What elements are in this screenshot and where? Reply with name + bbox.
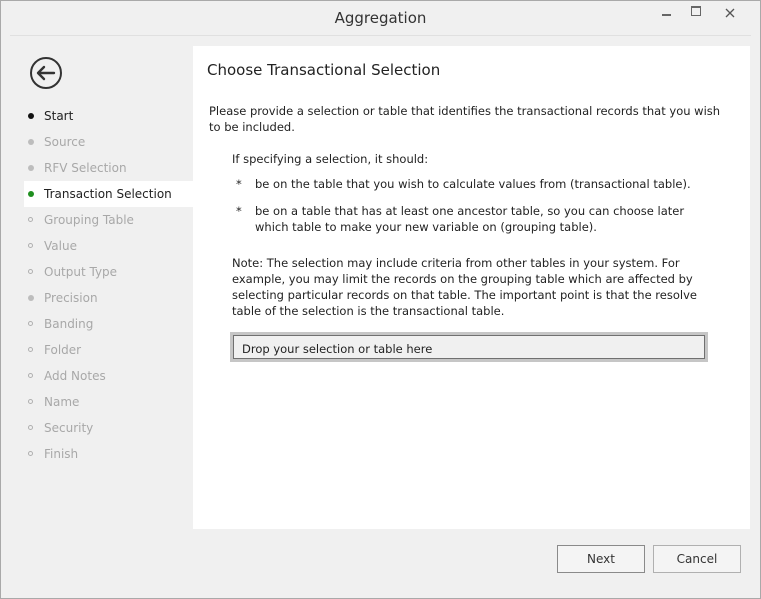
bullet-text: be on a table that has at least one ance… <box>255 204 685 234</box>
specification-title: If specifying a selection, it should: <box>232 152 429 166</box>
wizard-steps-sidebar: Start Source RFV Selection Transaction Sele… <box>24 46 193 529</box>
step-label: Banding <box>44 317 94 331</box>
bullet-text: be on the table that you wish to calcula… <box>255 177 691 191</box>
step-label: Source <box>44 135 86 149</box>
step-label: Name <box>44 395 80 409</box>
sidebar-step-finish[interactable]: Finish <box>24 441 193 467</box>
sidebar-step-transaction-selection[interactable]: Transaction Selection <box>24 181 193 207</box>
sidebar-step-banding[interactable]: Banding <box>24 311 193 337</box>
close-icon <box>725 8 734 18</box>
wizard-body: Start Source RFV Selection Transaction Sele… <box>10 35 751 591</box>
page-title: Choose Transactional Selection <box>207 61 441 79</box>
step-status-icon <box>28 321 33 326</box>
step-label: Grouping Table <box>44 213 134 227</box>
step-status-icon <box>28 373 33 378</box>
close-button[interactable] <box>707 1 752 25</box>
bullet-mark: * <box>236 177 242 191</box>
step-label: Add Notes <box>44 369 106 383</box>
step-status-icon <box>28 295 34 301</box>
note-text: Note: The selection may include criteria… <box>232 256 697 318</box>
minimize-icon <box>661 14 671 16</box>
step-list: Start Source RFV Selection Transaction Sele… <box>24 103 193 467</box>
maximize-icon <box>691 6 701 16</box>
step-status-icon <box>28 217 33 222</box>
step-label: Value <box>44 239 77 253</box>
sidebar-step-rfv-selection[interactable]: RFV Selection <box>24 155 193 181</box>
back-arrow-icon <box>30 57 62 89</box>
drop-zone-label: Drop your selection or table here <box>242 342 433 356</box>
step-label: Folder <box>44 343 82 357</box>
sidebar-step-name[interactable]: Name <box>24 389 193 415</box>
bullet-item: * be on the table that you wish to calcu… <box>232 176 702 192</box>
step-label: RFV Selection <box>44 161 127 175</box>
step-label: Start <box>44 109 74 123</box>
step-status-icon <box>28 425 33 430</box>
sidebar-step-start[interactable]: Start <box>24 103 193 129</box>
selection-drop-zone[interactable]: Drop your selection or table here <box>230 332 708 362</box>
back-button[interactable] <box>29 56 63 90</box>
intro-text: Please provide a selection or table that… <box>209 104 721 134</box>
step-label: Security <box>44 421 94 435</box>
step-status-icon <box>28 165 34 171</box>
step-label: Output Type <box>44 265 118 279</box>
sidebar-step-precision[interactable]: Precision <box>24 285 193 311</box>
step-status-icon <box>28 347 33 352</box>
maximize-button[interactable] <box>683 1 709 25</box>
step-status-icon <box>28 191 34 197</box>
step-status-icon <box>28 243 33 248</box>
step-status-icon <box>28 139 34 145</box>
next-button[interactable]: Next <box>557 545 645 573</box>
sidebar-step-folder[interactable]: Folder <box>24 337 193 363</box>
step-label: Transaction Selection <box>44 187 172 201</box>
bullet-mark: * <box>236 204 242 218</box>
step-status-icon <box>28 113 34 119</box>
step-status-icon <box>28 269 33 274</box>
sidebar-step-value[interactable]: Value <box>24 233 193 259</box>
aggregation-window: Aggregation Start Source RFV Selection Tran… <box>0 0 761 599</box>
sidebar-step-grouping-table[interactable]: Grouping Table <box>24 207 193 233</box>
step-status-icon <box>28 399 33 404</box>
sidebar-step-source[interactable]: Source <box>24 129 193 155</box>
window-title: Aggregation <box>334 9 427 27</box>
sidebar-step-add-notes[interactable]: Add Notes <box>24 363 193 389</box>
step-label: Finish <box>44 447 79 461</box>
drop-zone-inner[interactable]: Drop your selection or table here <box>233 335 705 359</box>
cancel-button[interactable]: Cancel <box>653 545 741 573</box>
minimize-button[interactable] <box>649 1 683 25</box>
step-status-icon <box>28 451 33 456</box>
sidebar-step-output-type[interactable]: Output Type <box>24 259 193 285</box>
step-label: Precision <box>44 291 98 305</box>
title-bar[interactable]: Aggregation <box>1 1 760 35</box>
bullet-item: * be on a table that has at least one an… <box>232 203 702 235</box>
sidebar-step-security[interactable]: Security <box>24 415 193 441</box>
step-content-panel: Choose Transactional Selection Please pr… <box>193 46 750 529</box>
